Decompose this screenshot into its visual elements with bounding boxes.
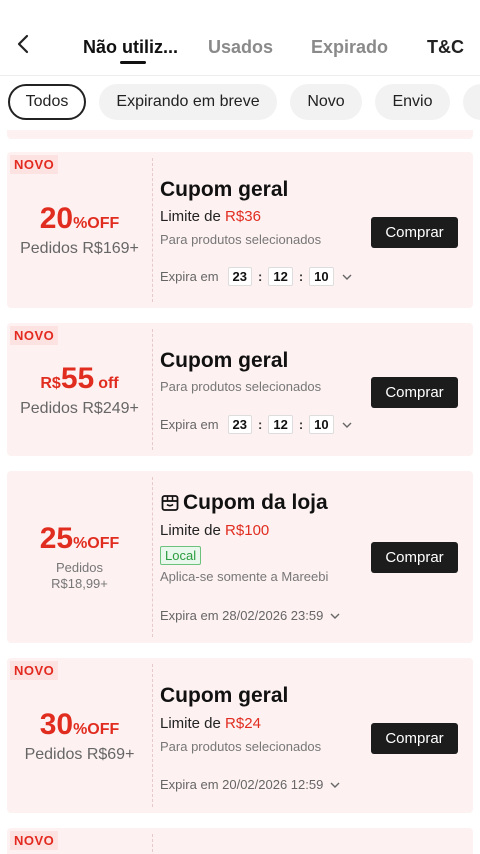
timer-hours: 23 <box>227 415 252 434</box>
dashed-divider <box>152 477 153 637</box>
coupon-value-panel: 30%OFF Pedidos R$69+ <box>7 658 152 813</box>
min-order: Pedidos R$169+ <box>20 240 139 257</box>
coupon-value-panel: 20%OFF Pedidos R$169+ <box>7 152 152 308</box>
dashed-divider <box>152 329 153 450</box>
dashed-divider <box>152 834 153 854</box>
tab-expired[interactable]: Expirado <box>311 37 388 58</box>
chip-more[interactable] <box>463 84 480 120</box>
discount-value: R$55 off <box>40 361 119 395</box>
timer-hours: 23 <box>227 267 252 286</box>
buy-button[interactable]: Comprar <box>371 723 458 754</box>
filter-chips: Todos Expirando em breve Novo Envio <box>0 84 480 122</box>
discount-value: 20%OFF <box>39 202 120 235</box>
chevron-down-icon[interactable] <box>330 780 340 790</box>
coupon-title: Cupom da loja <box>160 491 328 515</box>
coupon-value-panel: 25%OFF Pedidos R$18,99+ <box>7 471 152 643</box>
coupon-limit: Limite de R$36 <box>160 208 261 225</box>
tab-used[interactable]: Usados <box>208 37 273 58</box>
chevron-down-icon[interactable] <box>342 272 352 282</box>
local-tag: Local <box>160 546 202 565</box>
coupon-scope: Para produtos selecionados <box>160 232 322 247</box>
buy-button[interactable]: Comprar <box>371 217 458 248</box>
buy-button[interactable]: Comprar <box>371 542 458 573</box>
coupon-card: NOVO 20%OFF Pedidos R$169+ Cupom geral L… <box>7 152 473 308</box>
coupon-card: NOVO 30%OFF Pedidos R$69+ Cupom geral Li… <box>7 658 473 813</box>
coupon-limit: Limite de R$24 <box>160 715 261 732</box>
coupon-limit: Limite de R$100 <box>160 522 270 539</box>
timer-minutes: 12 <box>268 267 293 286</box>
tab-unused[interactable]: Não utiliz... <box>83 37 178 58</box>
discount-value: 30%OFF <box>39 707 120 741</box>
buy-button[interactable]: Comprar <box>371 377 458 408</box>
active-tab-indicator <box>120 61 146 64</box>
top-nav: Não utiliz... Usados Expirado T&C <box>0 0 480 76</box>
min-order: Pedidos R$249+ <box>20 399 139 417</box>
chip-todos[interactable]: Todos <box>8 84 86 120</box>
chip-new[interactable]: Novo <box>290 84 362 120</box>
chip-expiring-soon[interactable]: Expirando em breve <box>99 84 277 120</box>
coupon-card: NOVO <box>7 828 473 854</box>
coupon-scope: Para produtos selecionados <box>160 379 322 394</box>
coupon-card: 25%OFF Pedidos R$18,99+ Cupom da loja Lim… <box>7 471 473 643</box>
expiry-date[interactable]: Expira em 28/02/2026 23:59 <box>160 608 340 623</box>
coupon-title: Cupom geral <box>160 178 289 201</box>
coupon-title: Cupom geral <box>160 684 289 707</box>
min-order: Pedidos R$69+ <box>24 745 135 763</box>
timer-minutes: 12 <box>268 415 293 434</box>
min-order: Pedidos R$18,99+ <box>51 560 108 591</box>
coupon-title: Cupom geral <box>160 349 289 372</box>
dashed-divider <box>152 664 153 807</box>
store-icon <box>160 493 180 513</box>
chevron-down-icon[interactable] <box>342 420 352 430</box>
chip-shipping[interactable]: Envio <box>375 84 450 120</box>
expiry-countdown[interactable]: Expira em 23: 12: 10 <box>160 267 352 286</box>
dashed-divider <box>152 158 153 302</box>
timer-seconds: 10 <box>309 267 334 286</box>
expiry-countdown[interactable]: Expira em 23: 12: 10 <box>160 415 352 434</box>
discount-value: 25%OFF <box>39 522 120 555</box>
expiry-date[interactable]: Expira em 20/02/2026 12:59 <box>160 777 340 792</box>
back-arrow-icon[interactable] <box>12 32 36 56</box>
coupon-scope: Aplica-se somente a Mareebi <box>160 569 329 584</box>
timer-seconds: 10 <box>309 415 334 434</box>
coupon-card-partial <box>7 130 473 139</box>
tab-terms[interactable]: T&C <box>427 37 464 58</box>
coupon-value-panel: R$55 off Pedidos R$249+ <box>7 323 152 456</box>
coupon-list[interactable]: NOVO 20%OFF Pedidos R$169+ Cupom geral L… <box>0 130 480 854</box>
new-badge: NOVO <box>10 831 59 850</box>
chevron-down-icon[interactable] <box>330 611 340 621</box>
coupon-scope: Para produtos selecionados <box>160 739 322 754</box>
coupon-card: NOVO R$55 off Pedidos R$249+ Cupom geral … <box>7 323 473 456</box>
